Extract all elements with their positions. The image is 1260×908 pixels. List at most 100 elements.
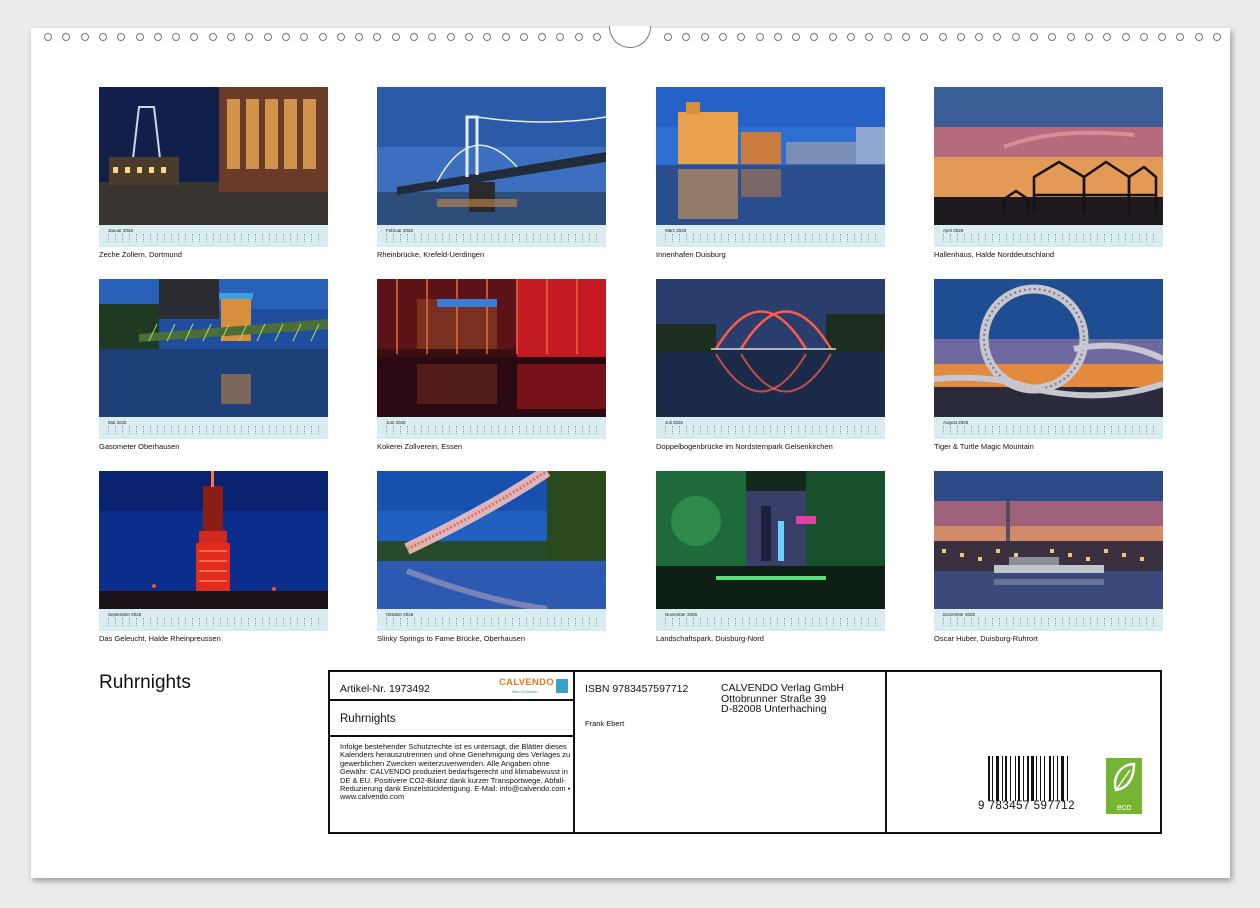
month-label: Januar 2026 <box>108 228 134 233</box>
day-cell <box>777 234 781 242</box>
barcode-bar <box>1053 756 1054 801</box>
day-cell <box>1055 426 1059 434</box>
day-cell <box>386 618 390 626</box>
day-cell <box>1132 234 1136 242</box>
month-caption: Oscar Huber, Duisburg-Ruhrort <box>934 634 1038 643</box>
day-cell <box>311 618 315 626</box>
month-photo <box>934 87 1163 225</box>
day-cell <box>812 618 816 626</box>
day-cell <box>819 426 823 434</box>
binding-hole <box>336 33 345 41</box>
eco-leaf-icon: eco <box>1106 758 1142 814</box>
month-label: Oktober 2026 <box>386 612 414 617</box>
day-cell <box>1048 426 1052 434</box>
day-cell <box>665 618 669 626</box>
day-cell <box>386 426 390 434</box>
day-cell <box>213 234 217 242</box>
day-cell <box>791 234 795 242</box>
month-card: April 2026 Hallenhaus, Halde Norddeutschl… <box>934 87 1163 259</box>
day-cell <box>526 618 530 626</box>
binding-hole <box>1103 33 1112 41</box>
day-cell <box>554 618 558 626</box>
month-card: Juli 2026 Doppelbogenbrücke im Nordsternp… <box>656 279 885 451</box>
day-cell <box>700 234 704 242</box>
barcode-bar <box>1061 756 1065 801</box>
day-cell <box>150 234 154 242</box>
day-cell <box>1153 618 1157 626</box>
day-cell <box>407 234 411 242</box>
month-card: November 2026 Landschaftspark, Duisburg-N… <box>656 471 885 643</box>
day-cell <box>568 426 572 434</box>
day-cell <box>770 618 774 626</box>
month-caption: Zeche Zollern, Dortmund <box>99 250 182 259</box>
month-photo <box>377 279 606 417</box>
day-cell <box>1090 618 1094 626</box>
day-cell <box>1090 426 1094 434</box>
publisher-address: CALVENDO Verlag GmbH Ottobrunner Straße … <box>721 682 844 715</box>
day-cell <box>957 618 961 626</box>
day-cell <box>512 234 516 242</box>
day-cell <box>442 234 446 242</box>
day-cell <box>241 426 245 434</box>
day-grid <box>943 426 1157 436</box>
day-cell <box>456 618 460 626</box>
day-cell <box>276 618 280 626</box>
day-cell <box>1020 234 1024 242</box>
month-calendar-strip: April 2026 <box>934 225 1163 247</box>
day-cell <box>143 618 147 626</box>
month-calendar-strip: Oktober 2026 <box>377 609 606 631</box>
month-photo <box>377 87 606 225</box>
month-photo <box>99 279 328 417</box>
day-cell <box>178 426 182 434</box>
day-cell <box>735 618 739 626</box>
month-card: September 2026 Das Geleucht, Halde Rheinp… <box>99 471 328 643</box>
barcode-bar <box>1036 756 1038 801</box>
day-cell <box>875 234 879 242</box>
day-cell <box>742 426 746 434</box>
day-cell <box>171 234 175 242</box>
day-cell <box>442 618 446 626</box>
day-cell <box>1062 618 1066 626</box>
day-cell <box>582 234 586 242</box>
day-cell <box>999 426 1003 434</box>
day-grid <box>665 426 879 436</box>
day-cell <box>519 618 523 626</box>
barcode-bar <box>1010 756 1011 801</box>
day-cell <box>421 426 425 434</box>
day-cell <box>721 234 725 242</box>
day-cell <box>1153 426 1157 434</box>
day-cell <box>868 234 872 242</box>
day-cell <box>206 618 210 626</box>
calvendo-logo: CALVENDO Mein Kalender <box>499 677 569 697</box>
day-cell <box>1118 618 1122 626</box>
month-card: Oktober 2026 Slinky Springs to Fame Brück… <box>377 471 606 643</box>
day-cell <box>512 426 516 434</box>
binding-hole <box>135 33 144 41</box>
day-cell <box>533 234 537 242</box>
month-photo <box>656 87 885 225</box>
barcode-bar <box>1026 756 1029 801</box>
day-cell <box>1153 234 1157 242</box>
day-cell <box>805 426 809 434</box>
day-cell <box>868 618 872 626</box>
day-cell <box>826 618 830 626</box>
binding-hole <box>281 33 290 41</box>
binding-hole <box>1030 33 1038 41</box>
day-cell <box>547 234 551 242</box>
month-photo <box>99 87 328 225</box>
calendar-title: Ruhrnights <box>99 672 191 693</box>
day-cell <box>283 234 287 242</box>
day-cell <box>456 234 460 242</box>
day-cell <box>234 234 238 242</box>
day-cell <box>150 618 154 626</box>
day-cell <box>129 618 133 626</box>
binding-hole <box>1121 33 1130 41</box>
day-cell <box>129 234 133 242</box>
month-calendar-strip: Mai 2026 <box>99 417 328 439</box>
day-cell <box>812 426 816 434</box>
day-cell <box>582 618 586 626</box>
day-cell <box>477 618 481 626</box>
day-cell <box>700 426 704 434</box>
day-cell <box>978 426 982 434</box>
day-cell <box>428 426 432 434</box>
